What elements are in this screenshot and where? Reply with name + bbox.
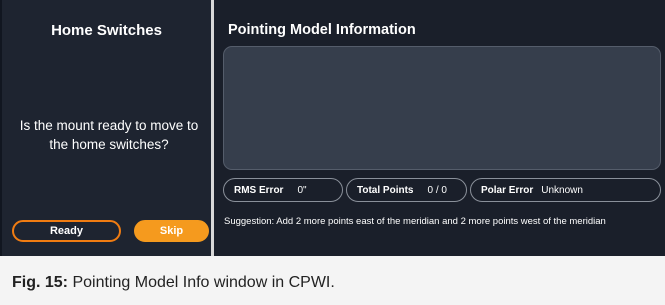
rms-error-pill: RMS Error 0"	[223, 178, 343, 202]
polar-error-label: Polar Error	[481, 184, 534, 196]
home-switches-question: Is the mount ready to move to the home s…	[19, 118, 199, 152]
figure-caption: Fig. 15: Pointing Model Info window in C…	[12, 274, 335, 292]
home-switches-panel: Home Switches Is the mount ready to move…	[2, 0, 211, 256]
rms-error-label: RMS Error	[234, 184, 284, 196]
skip-button[interactable]: Skip	[134, 220, 209, 242]
ready-button[interactable]: Ready	[12, 220, 121, 242]
total-points-label: Total Points	[357, 184, 414, 196]
caption-label: Fig. 15:	[12, 274, 69, 291]
pointing-model-info-box	[223, 46, 661, 170]
total-points-pill: Total Points 0 / 0	[346, 178, 467, 202]
pointing-model-panel: Pointing Model Information RMS Error 0" …	[214, 0, 665, 256]
suggestion-text: Suggestion: Add 2 more points east of th…	[224, 216, 606, 227]
rms-error-value: 0"	[297, 184, 307, 196]
home-switches-title: Home Switches	[51, 22, 162, 39]
polar-error-pill: Polar Error Unknown	[470, 178, 661, 202]
cpwi-screen: Home Switches Is the mount ready to move…	[0, 0, 665, 256]
caption-text: Pointing Model Info window in CPWI.	[72, 274, 335, 291]
polar-error-value: Unknown	[541, 184, 583, 196]
pointing-model-title: Pointing Model Information	[228, 22, 416, 38]
total-points-value: 0 / 0	[427, 184, 447, 196]
